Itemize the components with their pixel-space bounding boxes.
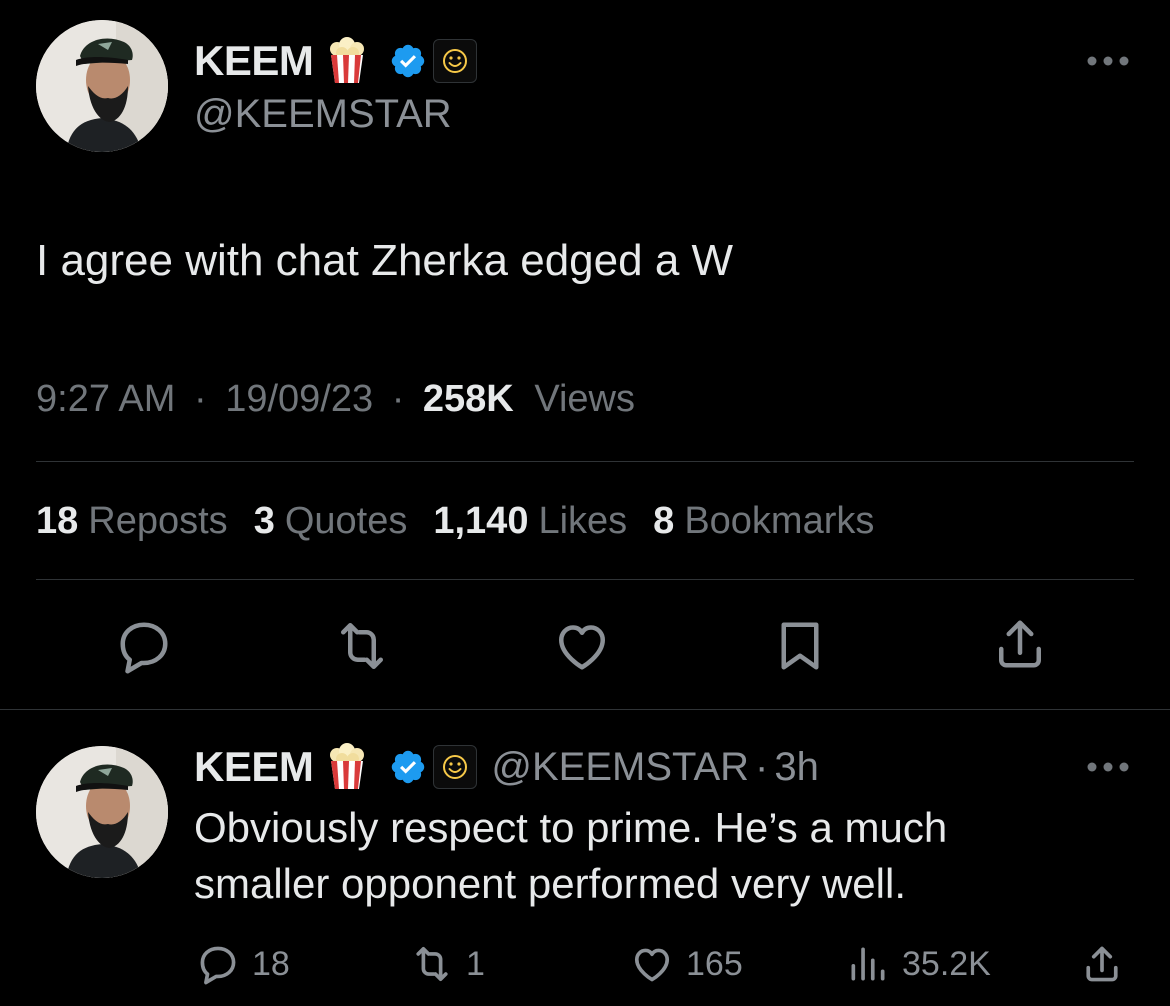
engagement-stats: 18 Reposts 3 Quotes 1,140 Likes 8 Bookmarks (36, 500, 874, 543)
popcorn-icon (327, 37, 367, 85)
section-divider (0, 709, 1170, 710)
tweet-date[interactable]: 19/09/23 (225, 378, 373, 420)
views-count: 35.2K (902, 944, 991, 983)
repost-count: 1 (466, 944, 485, 983)
verified-icon[interactable] (389, 748, 427, 786)
divider (36, 461, 1134, 462)
more-icon[interactable] (1086, 760, 1130, 772)
avatar[interactable] (36, 20, 168, 152)
tweet-detail-page: KEEM @KEEMSTAR I agree with chat Zherka … (0, 0, 1170, 1006)
reply-count: 18 (252, 944, 290, 983)
views-label: Views (534, 378, 635, 420)
author-row: KEEM (194, 36, 478, 86)
separator: · (755, 744, 769, 789)
reply-time[interactable]: 3h (774, 745, 819, 790)
reply-text: Obviously respect to prime. He’s a much … (194, 800, 1094, 912)
avatar-image (36, 746, 168, 878)
repost-icon (416, 946, 448, 982)
repost-button[interactable]: 1 (410, 942, 485, 986)
author-handle[interactable]: @KEEMSTAR (491, 745, 749, 790)
like-count: 165 (686, 944, 743, 983)
stat-reposts[interactable]: 18 Reposts (36, 500, 228, 543)
stat-bookmarks[interactable]: 8 Bookmarks (653, 500, 874, 543)
bookmark-icon[interactable] (770, 616, 830, 676)
like-icon[interactable] (552, 616, 612, 676)
main-tweet: KEEM @KEEMSTAR I agree with chat Zherka … (0, 0, 1170, 710)
reply-tweet[interactable]: KEEM @KEEMSTAR · 3h Obviously respect to… (0, 712, 1170, 1006)
like-icon (634, 948, 670, 982)
tweet-time[interactable]: 9:27 AM (36, 378, 175, 420)
reply-icon (200, 946, 236, 985)
like-button[interactable]: 165 (630, 942, 743, 986)
tweet-text: I agree with chat Zherka edged a W (36, 236, 734, 285)
avatar[interactable] (36, 746, 168, 878)
display-name[interactable]: KEEM (194, 743, 314, 791)
reply-text-line: smaller opponent performed very well. (194, 860, 906, 907)
affiliate-smiley-icon[interactable] (433, 745, 478, 789)
stat-quotes[interactable]: 3 Quotes (254, 500, 408, 543)
share-icon (1086, 946, 1118, 982)
views-icon (851, 947, 885, 981)
reply-button[interactable]: 18 (196, 942, 290, 986)
affiliate-smiley-icon[interactable] (433, 39, 478, 83)
avatar-image (36, 20, 168, 152)
divider (36, 579, 1134, 580)
reply-author-row: KEEM @KEEMSTAR · 3h (194, 742, 819, 792)
repost-icon[interactable] (332, 616, 392, 676)
display-name[interactable]: KEEM (194, 37, 314, 85)
tweet-meta: 9:27 AM · 19/09/23 · 258K Views (36, 378, 635, 421)
author-handle[interactable]: @KEEMSTAR (194, 92, 452, 137)
views-count: 258K (422, 378, 514, 420)
stat-likes[interactable]: 1,140 Likes (433, 500, 627, 543)
separator: · (391, 378, 405, 420)
verified-icon[interactable] (389, 42, 427, 80)
separator: · (193, 378, 207, 420)
reply-icon[interactable] (114, 616, 174, 676)
popcorn-icon (327, 743, 367, 791)
views-button[interactable]: 35.2K (846, 942, 991, 986)
share-button[interactable] (1080, 942, 1124, 986)
share-icon[interactable] (990, 614, 1050, 674)
more-icon[interactable] (1086, 54, 1130, 66)
reply-text-line: Obviously respect to prime. He’s a much (194, 804, 948, 851)
